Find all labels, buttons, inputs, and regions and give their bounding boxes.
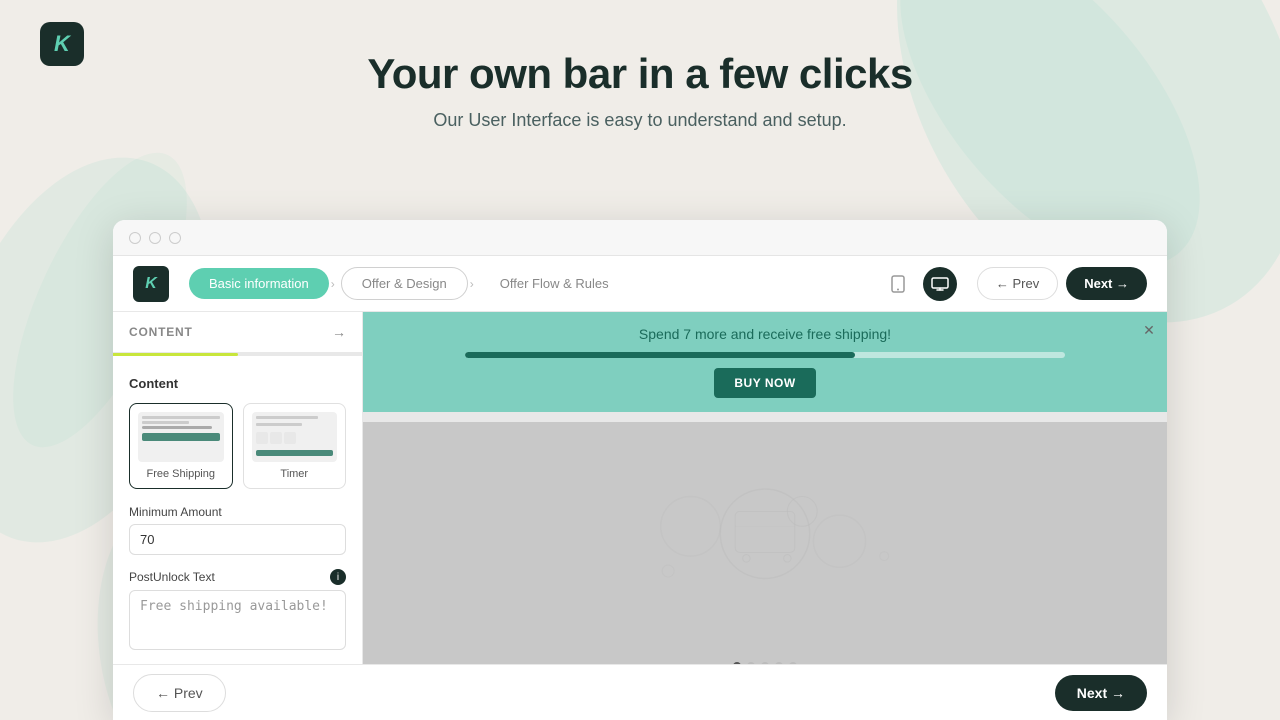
hero-title: Your own bar in a few clicks [0, 50, 1280, 98]
post-unlock-label: PostUnlock Text [129, 570, 215, 584]
panel-header-title: CONTENT [129, 325, 193, 339]
step-offer-design[interactable]: Offer & Design [341, 267, 468, 300]
timer-card[interactable]: Timer [243, 403, 347, 489]
panel-header: CONTENT → [113, 312, 362, 353]
panel-header-arrow: → [332, 324, 346, 340]
chrome-dot-1 [129, 232, 141, 244]
preview-close-btn[interactable]: ✕ [1139, 320, 1159, 340]
preview-bar: Spend 7 more and receive free shipping! … [363, 312, 1167, 412]
content-cards: Free Shipping [129, 403, 346, 489]
next-button-bottom[interactable]: Next → [1055, 675, 1147, 711]
bar-message: Spend 7 more and receive free shipping! [639, 326, 891, 342]
content-section-label: Content [129, 376, 346, 391]
post-unlock-group: PostUnlock Text i Free shipping availabl… [129, 569, 346, 655]
nav-buttons: ← Prev Next → [977, 267, 1147, 300]
post-unlock-textarea[interactable]: Free shipping available! [129, 590, 346, 650]
steps-nav: Basic information › Offer & Design › Off… [189, 267, 861, 300]
timer-label: Timer [280, 468, 308, 480]
step-basic-info[interactable]: Basic information [189, 268, 329, 299]
step-arrow-1: › [331, 277, 335, 291]
hero-section: Your own bar in a few clicks Our User In… [0, 50, 1280, 131]
hero-subtitle: Our User Interface is easy to understand… [0, 110, 1280, 131]
buy-now-button[interactable]: BUY NOW [714, 368, 815, 398]
right-preview: Spend 7 more and receive free shipping! … [363, 312, 1167, 720]
min-amount-input[interactable] [129, 524, 346, 555]
left-panel: CONTENT → Content [113, 312, 363, 720]
progress-line [113, 353, 362, 356]
prev-button-top[interactable]: ← Prev [977, 267, 1058, 300]
free-shipping-card[interactable]: Free Shipping [129, 403, 233, 489]
chrome-dot-3 [169, 232, 181, 244]
min-amount-label: Minimum Amount [129, 505, 222, 519]
bar-progress-container [465, 352, 1065, 358]
nav-bar: K Basic information › Offer & Design › O… [113, 256, 1167, 312]
prev-button-bottom[interactable]: ← Prev [133, 674, 226, 712]
nav-logo: K [133, 266, 169, 302]
min-amount-group: Minimum Amount [129, 505, 346, 555]
chrome-dot-2 [149, 232, 161, 244]
progress-line-fill [113, 353, 238, 356]
free-shipping-preview [138, 412, 224, 462]
main-content: CONTENT → Content [113, 312, 1167, 720]
free-shipping-label: Free Shipping [147, 468, 216, 480]
bottom-bar: ← Prev Next → [113, 664, 1167, 720]
step-arrow-2: › [470, 277, 474, 291]
desktop-device-btn[interactable] [923, 267, 957, 301]
device-icons [881, 267, 957, 301]
bar-progress-fill [465, 352, 855, 358]
mobile-device-btn[interactable] [881, 267, 915, 301]
step-offer-flow[interactable]: Offer Flow & Rules [480, 268, 629, 299]
window-chrome [113, 220, 1167, 256]
app-window: K Basic information › Offer & Design › O… [113, 220, 1167, 720]
timer-preview [252, 412, 338, 462]
post-unlock-info-icon[interactable]: i [330, 569, 346, 585]
next-button-top[interactable]: Next → [1066, 267, 1147, 300]
